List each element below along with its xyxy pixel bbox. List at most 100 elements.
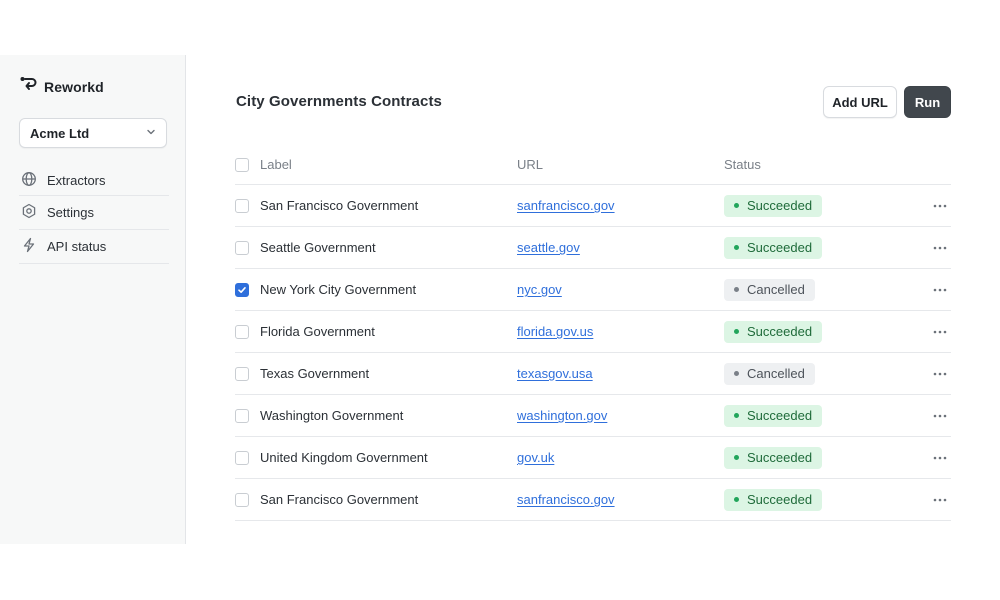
urls-table: Label URL Status San Francisco Governmen… bbox=[235, 145, 951, 521]
status-dot-icon bbox=[734, 203, 739, 208]
sidebar-nav: Extractors Settings API status bbox=[19, 166, 169, 264]
status-dot-icon bbox=[734, 455, 739, 460]
row-label: Texas Government bbox=[260, 366, 370, 381]
sidebar-item-label: Extractors bbox=[47, 173, 106, 188]
row-url-link[interactable]: florida.gov.us bbox=[517, 324, 593, 339]
column-header-url: URL bbox=[517, 157, 544, 172]
status-text: Cancelled bbox=[747, 366, 805, 381]
status-text: Succeeded bbox=[747, 240, 813, 255]
checkmark-icon bbox=[238, 286, 246, 293]
row-label: San Francisco Government bbox=[260, 198, 419, 213]
row-label: United Kingdom Government bbox=[260, 450, 428, 465]
row-url-link[interactable]: gov.uk bbox=[517, 450, 554, 465]
select-all-checkbox[interactable] bbox=[235, 157, 249, 172]
ellipsis-icon bbox=[933, 246, 947, 249]
status-text: Succeeded bbox=[747, 450, 813, 465]
more-actions-button[interactable] bbox=[932, 241, 948, 255]
status-text: Succeeded bbox=[747, 198, 813, 213]
table-body: San Francisco Government sanfrancisco.gov… bbox=[235, 185, 951, 521]
more-actions-button[interactable] bbox=[932, 367, 948, 381]
ellipsis-icon bbox=[933, 456, 947, 459]
table-row[interactable]: Florida Government florida.gov.us Succeede… bbox=[235, 311, 951, 353]
row-status: Succeeded bbox=[724, 236, 823, 259]
row-label: Florida Government bbox=[260, 324, 375, 339]
status-badge: Succeeded bbox=[724, 236, 823, 259]
add-url-button[interactable]: Add URL bbox=[823, 86, 897, 118]
more-actions-button[interactable] bbox=[932, 283, 948, 297]
row-checkbox[interactable] bbox=[235, 240, 249, 255]
row-checkbox[interactable] bbox=[235, 282, 249, 297]
organization-select[interactable]: Acme Ltd bbox=[19, 118, 167, 148]
globe-icon bbox=[21, 171, 37, 190]
brand[interactable]: Reworkd bbox=[20, 76, 104, 97]
status-badge: Cancelled bbox=[724, 278, 815, 301]
table-row[interactable]: San Francisco Government sanfrancisco.gov… bbox=[235, 185, 951, 227]
status-badge: Succeeded bbox=[724, 404, 823, 427]
row-url-link[interactable]: sanfrancisco.gov bbox=[517, 492, 615, 507]
table-row[interactable]: New York City Government nyc.gov Cancelled bbox=[235, 269, 951, 311]
row-status: Succeeded bbox=[724, 488, 823, 511]
status-dot-icon bbox=[734, 287, 739, 292]
row-label: New York City Government bbox=[260, 282, 417, 297]
row-url-link[interactable]: seattle.gov bbox=[517, 240, 580, 255]
row-url-link[interactable]: texasgov.usa bbox=[517, 366, 593, 381]
row-status: Cancelled bbox=[724, 278, 815, 301]
more-actions-button[interactable] bbox=[932, 451, 948, 465]
row-label: Seattle Government bbox=[260, 240, 376, 255]
lightning-icon bbox=[21, 237, 37, 256]
more-actions-button[interactable] bbox=[932, 199, 948, 213]
row-label: Washington Government bbox=[260, 408, 404, 423]
status-dot-icon bbox=[734, 413, 739, 418]
organization-select-value: Acme Ltd bbox=[30, 125, 90, 141]
main-content: City Governments Contracts Add URL Run L… bbox=[186, 55, 1000, 544]
reworkd-logo-icon bbox=[20, 76, 38, 97]
row-status: Succeeded bbox=[724, 446, 823, 469]
status-badge: Succeeded bbox=[724, 194, 823, 217]
table-row[interactable]: United Kingdom Government gov.uk Succeeded bbox=[235, 437, 951, 479]
row-checkbox[interactable] bbox=[235, 408, 249, 423]
run-button[interactable]: Run bbox=[904, 86, 951, 118]
page-title: City Governments Contracts bbox=[236, 93, 442, 110]
row-checkbox[interactable] bbox=[235, 324, 249, 339]
sidebar-item-extractors[interactable]: Extractors bbox=[19, 166, 169, 196]
more-actions-button[interactable] bbox=[932, 325, 948, 339]
table-row[interactable]: Washington Government washington.gov Succe… bbox=[235, 395, 951, 437]
row-checkbox[interactable] bbox=[235, 198, 249, 213]
status-dot-icon bbox=[734, 245, 739, 250]
brand-name: Reworkd bbox=[44, 78, 104, 95]
gear-icon bbox=[21, 203, 37, 222]
row-checkbox[interactable] bbox=[235, 366, 249, 381]
row-status: Cancelled bbox=[724, 362, 815, 385]
row-url-link[interactable]: sanfrancisco.gov bbox=[517, 198, 615, 213]
sidebar-item-label: API status bbox=[47, 239, 107, 254]
ellipsis-icon bbox=[933, 414, 947, 417]
row-checkbox[interactable] bbox=[235, 450, 249, 465]
column-header-status: Status bbox=[724, 157, 761, 172]
more-actions-button[interactable] bbox=[932, 493, 948, 507]
status-dot-icon bbox=[734, 371, 739, 376]
ellipsis-icon bbox=[933, 204, 947, 207]
row-status: Succeeded bbox=[724, 194, 823, 217]
table-row[interactable]: Seattle Government seattle.gov Succeeded bbox=[235, 227, 951, 269]
chevron-down-icon bbox=[146, 124, 156, 142]
row-status: Succeeded bbox=[724, 404, 823, 427]
row-url-link[interactable]: washington.gov bbox=[517, 408, 607, 423]
status-dot-icon bbox=[734, 497, 739, 502]
status-badge: Cancelled bbox=[724, 362, 815, 385]
row-url-link[interactable]: nyc.gov bbox=[517, 282, 562, 297]
table-row[interactable]: San Francisco Government sanfrancisco.gov… bbox=[235, 479, 951, 521]
status-dot-icon bbox=[734, 329, 739, 334]
ellipsis-icon bbox=[933, 330, 947, 333]
sidebar-item-label: Settings bbox=[47, 205, 94, 220]
sidebar-item-api-status[interactable]: API status bbox=[19, 230, 169, 264]
table-row[interactable]: Texas Government texasgov.usa Cancelled bbox=[235, 353, 951, 395]
sidebar-item-settings[interactable]: Settings bbox=[19, 196, 169, 230]
status-text: Succeeded bbox=[747, 408, 813, 423]
row-checkbox[interactable] bbox=[235, 492, 249, 507]
table-header: Label URL Status bbox=[235, 145, 951, 185]
more-actions-button[interactable] bbox=[932, 409, 948, 423]
row-status: Succeeded bbox=[724, 320, 823, 343]
status-text: Succeeded bbox=[747, 324, 813, 339]
status-badge: Succeeded bbox=[724, 446, 823, 469]
status-text: Succeeded bbox=[747, 492, 813, 507]
